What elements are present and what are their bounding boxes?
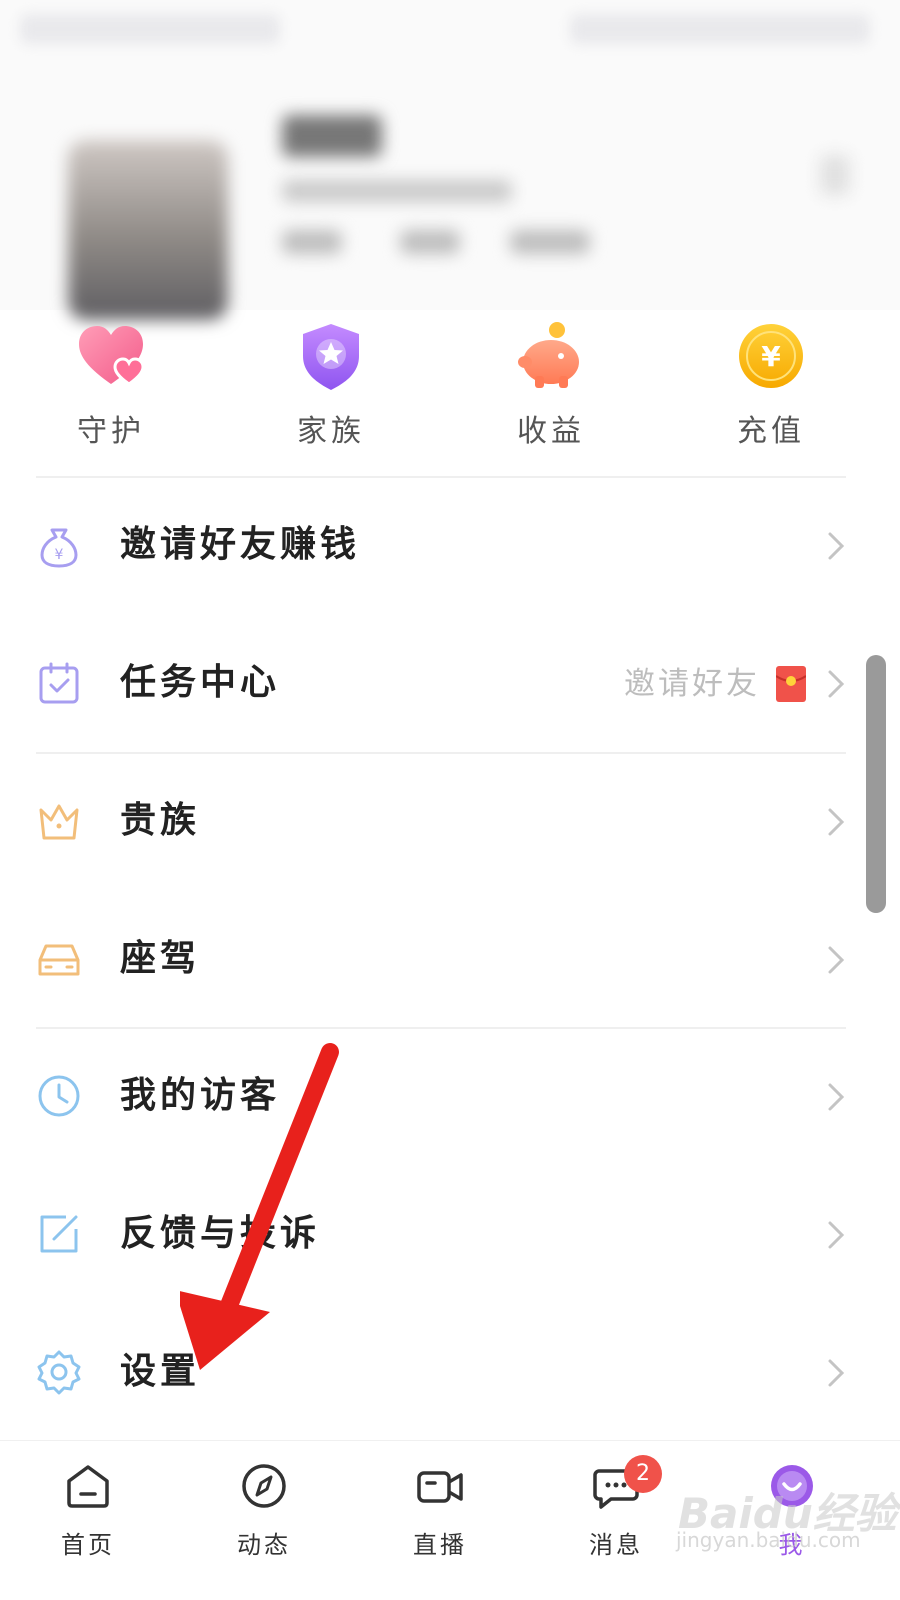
scrollbar-handle[interactable]: [866, 655, 886, 913]
nav-label: 首页: [61, 1531, 115, 1559]
calendar-check-icon: [39, 662, 79, 704]
gear-icon: [37, 1350, 81, 1395]
nav-messages[interactable]: 2 消息: [556, 1455, 676, 1581]
profile-header[interactable]: [0, 60, 900, 320]
menu-noble[interactable]: 贵族: [0, 754, 900, 892]
profile-stat-blur: [400, 230, 460, 254]
menu-invite-friends[interactable]: ¥ 邀请好友赚钱: [0, 478, 900, 616]
svg-text:¥: ¥: [761, 340, 781, 373]
quick-actions: 守护 家族 收益 ¥ 充值: [0, 310, 900, 480]
chevron-right-icon: [828, 532, 845, 560]
profile-subtitle-blur: [282, 180, 512, 202]
red-packet-icon: [776, 666, 806, 702]
coin-icon: ¥: [739, 324, 803, 388]
quick-action-label: 家族: [297, 414, 365, 449]
menu-task-center[interactable]: 任务中心 邀请好友: [0, 616, 900, 754]
chevron-right-icon: [828, 1221, 845, 1249]
quick-action-label: 守护: [77, 414, 145, 449]
annotation-arrow-icon: [180, 1043, 339, 1370]
quick-action-guard[interactable]: 守护: [36, 310, 186, 460]
quick-action-label: 充值: [737, 414, 805, 449]
avatar[interactable]: [68, 140, 228, 320]
nav-home[interactable]: 首页: [28, 1461, 148, 1581]
watermark-url: jingyan.baidu.com: [676, 1528, 861, 1552]
menu-label: 座驾: [120, 938, 201, 979]
svg-text:¥: ¥: [55, 547, 64, 563]
menu-settings[interactable]: 设置: [0, 1305, 900, 1443]
status-left-blur: [20, 14, 280, 44]
status-right-blur: [570, 14, 870, 44]
car-icon: [38, 944, 80, 976]
chevron-right-icon: [828, 1359, 845, 1387]
chevron-right-icon: [828, 670, 845, 698]
nav-moments[interactable]: 动态: [204, 1461, 324, 1581]
profile-stat-blur: [282, 230, 342, 254]
video-icon: [417, 1471, 463, 1503]
quick-action-earnings[interactable]: 收益: [476, 310, 626, 460]
unread-badge: 2: [624, 1455, 662, 1493]
nav-label: 直播: [413, 1531, 467, 1559]
quick-action-label: 收益: [517, 414, 585, 449]
quick-action-family[interactable]: 家族: [256, 310, 406, 460]
nav-label: 动态: [237, 1531, 291, 1559]
clock-icon: [38, 1075, 80, 1117]
menu-feedback[interactable]: 反馈与投诉: [0, 1167, 900, 1305]
quick-action-recharge[interactable]: ¥ 充值: [696, 310, 846, 460]
profile-name-blur: [282, 115, 382, 157]
compass-icon: [242, 1464, 286, 1508]
profile-stat-blur: [510, 230, 590, 254]
menu-label: 贵族: [120, 800, 201, 841]
status-bar: [0, 0, 900, 60]
piggy-bank-icon: [518, 322, 579, 388]
menu-my-visitors[interactable]: 我的访客: [0, 1029, 900, 1167]
menu-label: 任务中心: [120, 662, 281, 703]
edit-icon: [40, 1215, 78, 1253]
chevron-right-icon: [828, 946, 845, 974]
heart-icon: [79, 326, 145, 386]
nav-label: 消息: [589, 1531, 643, 1559]
chevron-right-icon: [828, 1083, 845, 1111]
crown-icon: [39, 804, 79, 840]
profile-chevron-blur: [820, 155, 850, 195]
money-bag-icon: ¥: [40, 528, 78, 568]
invite-hint-text: 邀请好友: [624, 666, 760, 702]
menu-label: 邀请好友赚钱: [120, 524, 361, 565]
nav-live[interactable]: 直播: [380, 1461, 500, 1581]
home-icon: [67, 1465, 109, 1508]
shield-star-icon: [303, 324, 359, 390]
menu-mount[interactable]: 座驾: [0, 892, 900, 1030]
chevron-right-icon: [828, 808, 845, 836]
